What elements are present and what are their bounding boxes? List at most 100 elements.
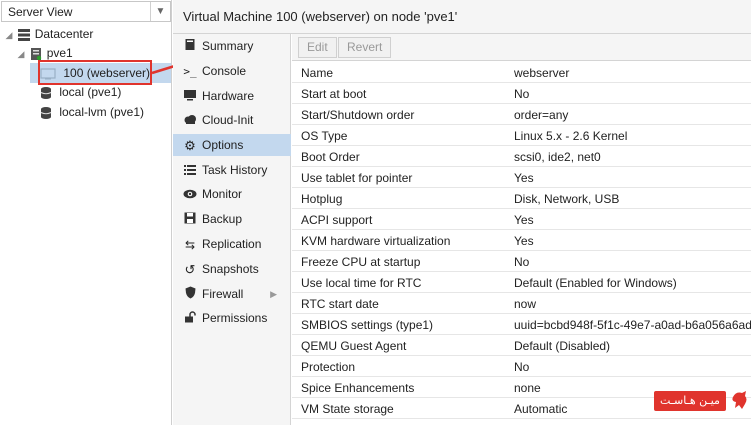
terminal-icon: >_ [183, 64, 197, 78]
menu-item-options[interactable]: ⚙ Options [173, 134, 291, 156]
floppy-icon [183, 209, 197, 231]
watermark: میـن هـاسـت [654, 389, 751, 413]
tree-node-label: local (pve1) [59, 85, 122, 99]
option-key: Spice Enhancements [301, 381, 415, 395]
option-value: Yes [514, 234, 534, 248]
edit-button[interactable]: Edit [298, 37, 337, 58]
option-value: Disk, Network, USB [514, 192, 620, 206]
book-icon [183, 36, 197, 58]
expand-icon[interactable]: ◢ [16, 44, 26, 64]
option-value: scsi0, ide2, net0 [514, 150, 601, 164]
menu-item-permissions[interactable]: Permissions [173, 307, 291, 329]
storage-icon [40, 106, 52, 120]
menu-item-replication[interactable]: ⇆ Replication [173, 233, 291, 255]
table-row[interactable]: Freeze CPU at startup No [292, 251, 751, 272]
option-value: now [514, 297, 537, 311]
option-value: Linux 5.x - 2.6 Kernel [514, 129, 628, 143]
menu-item-snapshots[interactable]: ↺ Snapshots [173, 258, 291, 280]
tree-node-datacenter[interactable]: ◢ Datacenter [4, 24, 170, 44]
view-selector[interactable]: Server View ▼ [1, 1, 171, 22]
tree-node-label: local-lvm (pve1) [59, 105, 145, 119]
option-key: RTC start date [301, 297, 379, 311]
option-value: Automatic [514, 402, 568, 416]
menu-item-firewall[interactable]: Firewall ▶ [173, 283, 291, 305]
option-value: webserver [514, 66, 570, 80]
chevron-down-icon[interactable]: ▼ [150, 2, 170, 21]
menu-item-hardware[interactable]: Hardware [173, 85, 291, 107]
option-key: Use local time for RTC [301, 276, 422, 290]
tree-node-label: Datacenter [34, 27, 94, 41]
menu-item-label: Options [202, 138, 244, 152]
tree-node-local-lvm[interactable]: local-lvm (pve1) [40, 102, 170, 122]
table-row[interactable]: Start at boot No [292, 83, 751, 104]
table-row[interactable]: QEMU Guest Agent Default (Disabled) [292, 335, 751, 356]
table-row[interactable]: OS Type Linux 5.x - 2.6 Kernel [292, 125, 751, 146]
revert-button[interactable]: Revert [338, 37, 392, 58]
menu-item-label: Hardware [202, 89, 255, 103]
menu-item-summary[interactable]: Summary [173, 35, 291, 57]
menu-item-monitor[interactable]: Monitor [173, 183, 291, 205]
table-row[interactable]: ACPI support Yes [292, 209, 751, 230]
option-value: order=any [514, 108, 569, 122]
retweet-icon: ⇆ [184, 237, 196, 252]
option-value: uuid=bcbd948f-5f1c-49e7-a0ad-b6a056a6adf… [514, 318, 751, 332]
table-row[interactable]: RTC start date now [292, 293, 751, 314]
option-value: Yes [514, 213, 534, 227]
option-key: Freeze CPU at startup [301, 255, 421, 269]
option-value: Default (Disabled) [514, 339, 611, 353]
option-key: KVM hardware virtualization [301, 234, 451, 248]
menu-item-label: Console [202, 64, 247, 78]
cloud-icon [183, 110, 197, 132]
expand-icon[interactable]: ◢ [4, 25, 14, 45]
tree-node-local[interactable]: local (pve1) [40, 82, 170, 102]
table-row[interactable]: Start/Shutdown order order=any [292, 104, 751, 125]
vm-nav-menu: Summary >_ Console Hardware Cloud-Init ⚙ O… [173, 34, 291, 425]
view-selector-label: Server View [8, 5, 73, 19]
table-row[interactable]: Protection No [292, 356, 751, 377]
gear-icon: ⚙ [184, 137, 196, 153]
resource-tree-panel: Server View ▼ ◢ Datacenter ◢ pve1 100 (w… [0, 0, 172, 425]
chevron-right-icon[interactable]: ▶ [270, 283, 277, 305]
option-key: Use tablet for pointer [301, 171, 413, 185]
menu-item-label: Replication [202, 237, 262, 251]
menu-item-label: Backup [202, 212, 243, 226]
option-key: OS Type [301, 129, 348, 143]
table-row[interactable]: Use local time for RTC Default (Enabled f… [292, 272, 751, 293]
menu-item-backup[interactable]: Backup [173, 208, 291, 230]
option-key: Name [301, 66, 334, 80]
option-value: No [514, 87, 530, 101]
option-value: Default (Enabled for Windows) [514, 276, 677, 290]
menu-item-label: Snapshots [202, 262, 259, 276]
tree-node-label: pve1 [46, 46, 73, 60]
table-row[interactable]: Name webserver [292, 62, 751, 83]
page-header: Virtual Machine 100 (webserver) on node … [173, 0, 751, 34]
storage-icon [40, 86, 52, 100]
menu-item-console[interactable]: >_ Console [173, 60, 291, 82]
option-key: Boot Order [301, 150, 360, 164]
option-value: none [514, 381, 541, 395]
history-icon: ↺ [184, 261, 196, 277]
table-row[interactable]: Hotplug Disk, Network, USB [292, 188, 751, 209]
table-row[interactable]: Use tablet for pointer Yes [292, 167, 751, 188]
menu-item-label: Task History [202, 163, 268, 177]
watermark-text: میـن هـاسـت [654, 391, 726, 411]
option-key: SMBIOS settings (type1) [301, 318, 434, 332]
option-key: QEMU Guest Agent [301, 339, 407, 353]
option-key: Protection [301, 360, 356, 374]
option-key: ACPI support [301, 213, 373, 227]
menu-item-task-history[interactable]: Task History [173, 159, 291, 181]
table-row[interactable]: Boot Order scsi0, ide2, net0 [292, 146, 751, 167]
option-key: VM State storage [301, 402, 394, 416]
menu-item-label: Firewall [202, 287, 244, 301]
option-value: Yes [514, 171, 534, 185]
unlock-icon [183, 308, 197, 330]
menu-item-label: Summary [202, 39, 254, 53]
menu-item-cloud-init[interactable]: Cloud-Init [173, 109, 291, 131]
table-row[interactable]: SMBIOS settings (type1) uuid=bcbd948f-5f1… [292, 314, 751, 335]
table-row[interactable]: KVM hardware virtualization Yes [292, 230, 751, 251]
monitor-icon [183, 86, 197, 108]
datacenter-icon [17, 28, 31, 42]
list-icon [183, 160, 197, 182]
options-grid: Name webserver Start at boot No Start/Shut… [292, 62, 751, 419]
options-panel: Edit Revert Name webserver Start at boot N… [292, 34, 751, 425]
